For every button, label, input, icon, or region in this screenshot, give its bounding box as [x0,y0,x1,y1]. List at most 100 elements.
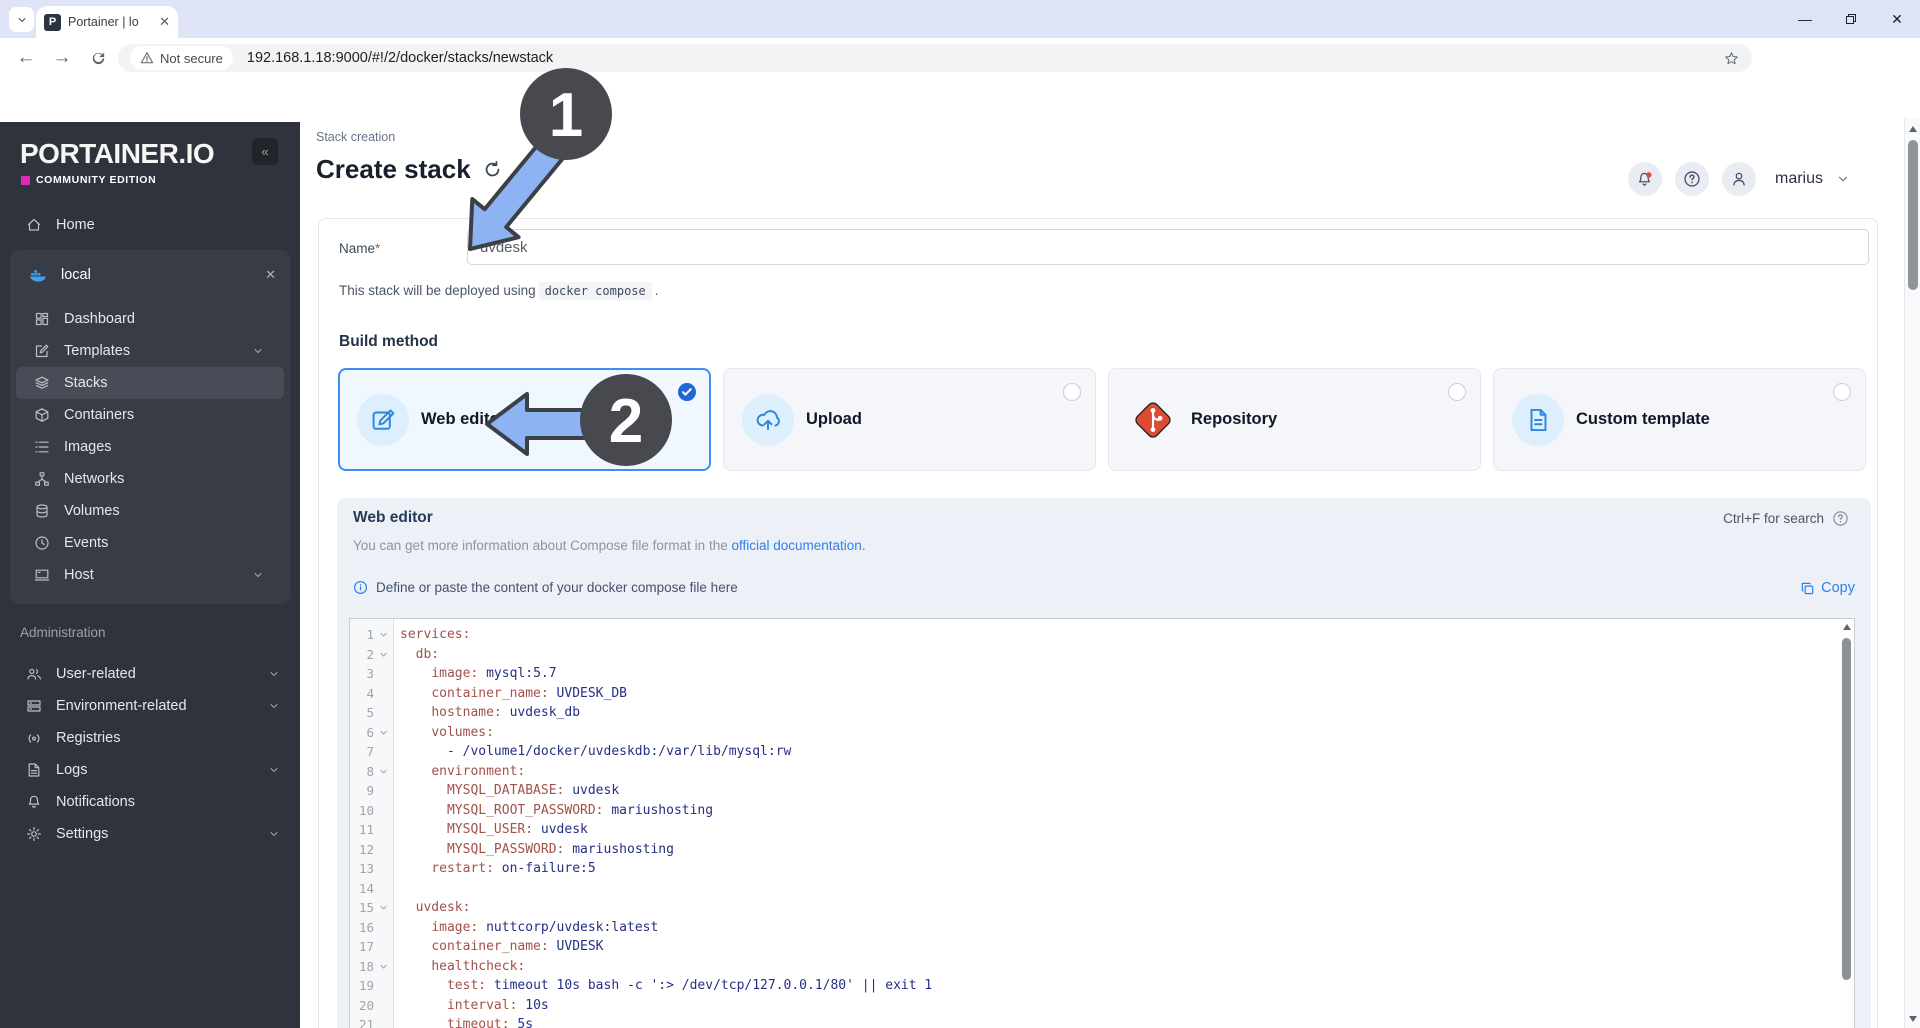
sidebar-item-dashboard[interactable]: Dashboard [16,303,284,335]
code-line: 3 image: mysql:5.7 [350,664,1840,684]
sidebar-item-templates[interactable]: Templates [16,335,284,367]
fold-chevron-icon[interactable] [374,645,392,665]
sidebar-item-logs[interactable]: Logs [0,754,300,786]
sidebar-item-label: Networks [64,471,125,487]
code-line: 18 healthcheck: [350,957,1840,977]
chevron-down-icon [268,668,284,680]
browser-tab[interactable]: P Portainer | lo ✕ [36,6,178,38]
radio-button[interactable] [1833,383,1851,401]
sidebar-item-host[interactable]: Host [16,559,284,591]
page-scrollbar[interactable] [1904,118,1920,1028]
build-method-repository[interactable]: Repository [1108,368,1481,471]
tab-title: Portainer | lo [68,15,139,29]
sidebar-item-registries[interactable]: Registries [0,722,300,754]
dashboard-icon [34,311,50,327]
radio-button[interactable] [1448,383,1466,401]
sidebar-item-home[interactable]: Home [0,207,300,243]
line-number: 20 [358,997,374,1013]
fold-chevron-icon[interactable] [374,898,392,918]
settings-icon [26,826,42,842]
sidebar-item-images[interactable]: Images [16,431,284,463]
fold-chevron-icon[interactable] [374,762,392,782]
compose-code-editor[interactable]: 1 services: 2 db: 3 image: mysql:5.7 4 conta… [349,618,1855,1028]
restore-button[interactable] [1828,0,1874,38]
sidebar-item-settings[interactable]: Settings [0,818,300,850]
code-line: 11 MYSQL_USER: uvdesk [350,820,1840,840]
sidebar-item-label: User-related [56,666,136,682]
build-method-web-editor[interactable]: Web editor [338,368,711,471]
username[interactable]: marius [1775,170,1823,188]
minimize-button[interactable]: — [1782,0,1828,38]
tab-close-icon[interactable]: ✕ [159,14,170,30]
line-number: 16 [358,919,374,935]
editor-scrollbar-thumb[interactable] [1842,638,1851,980]
sidebar-collapse-button[interactable]: « [252,138,278,165]
sidebar-item-volumes[interactable]: Volumes [16,495,284,527]
sidebar-item-label: Images [64,439,112,455]
upload-icon [742,393,794,446]
bookmark-star-icon[interactable] [1723,50,1740,67]
user-menu-button[interactable] [1721,162,1756,196]
scroll-up-arrow-icon[interactable] [1909,126,1917,132]
logs-icon [26,762,42,778]
close-button[interactable]: ✕ [1874,0,1920,38]
web-editor-title: Web editor [353,509,433,526]
sidebar-item-events[interactable]: Events [16,527,284,559]
administration-label: Administration [20,625,106,640]
copy-button[interactable]: Copy [1800,580,1855,596]
not-secure-chip[interactable]: Not secure [130,46,233,70]
portainer-logo: PORTAINER.IO [20,138,215,169]
define-hint: Define or paste the content of your dock… [353,580,738,595]
registries-icon [26,730,42,746]
editor-scrollbar[interactable] [1840,620,1853,1028]
scroll-down-arrow-icon[interactable] [1909,1016,1917,1022]
docker-compose-chip: docker compose [538,282,652,300]
code-line: 14 [350,879,1840,899]
help-button[interactable] [1674,162,1709,196]
page-scrollbar-thumb[interactable] [1908,140,1918,290]
build-method-label: Custom template [1576,410,1710,428]
code-line: 2 db: [350,645,1840,665]
browser-window: P Portainer | lo ✕ — ✕ ← → Not secure 19… [0,0,1920,1028]
environment-icon [26,698,42,714]
sidebar-item-stacks[interactable]: Stacks [16,367,284,399]
sidebar-item-label: Registries [56,730,121,746]
sidebar-item-environment-related[interactable]: Environment-related [0,690,300,722]
code-line: 7 - /volume1/docker/uvdeskdb:/var/lib/my… [350,742,1840,762]
fold-chevron-icon[interactable] [374,957,392,977]
events-icon [34,535,50,551]
code-line: 8 environment: [350,762,1840,782]
environment-close-icon[interactable]: ✕ [265,267,276,283]
official-documentation-link[interactable]: official documentation. [731,538,865,553]
build-method-custom-template[interactable]: Custom template [1493,368,1866,471]
line-number: 14 [358,880,374,896]
sidebar-item-containers[interactable]: Containers [16,399,284,431]
help-circle-icon[interactable] [1832,510,1849,527]
refresh-icon[interactable] [483,160,502,179]
stack-name-input[interactable] [467,229,1869,265]
fold-chevron-icon[interactable] [374,625,392,645]
line-number: 8 [366,763,374,779]
sidebar-item-notifications[interactable]: Notifications [0,786,300,818]
forward-button[interactable]: → [44,40,80,76]
code-line: 1 services: [350,625,1840,645]
portainer-page: PORTAINER.IO COMMUNITY EDITION « Home lo… [0,78,1920,1028]
line-number: 4 [366,685,374,701]
address-bar[interactable]: Not secure 192.168.1.18:9000/#!/2/docker… [118,44,1752,72]
fold-chevron-icon[interactable] [374,723,392,743]
sidebar-item-networks[interactable]: Networks [16,463,284,495]
code-line: 17 container_name: UVDESK [350,937,1840,957]
sidebar-item-user-related[interactable]: User-related [0,658,300,690]
radio-button[interactable] [1063,383,1081,401]
scroll-up-arrow-icon[interactable] [1843,624,1851,630]
reload-button[interactable] [80,40,116,76]
chevron-down-icon[interactable] [1836,172,1850,186]
environment-header[interactable]: local ✕ [10,256,290,294]
build-method-upload[interactable]: Upload [723,368,1096,471]
code-line: 15 uvdesk: [350,898,1840,918]
back-button[interactable]: ← [8,40,44,76]
line-number: 6 [366,724,374,740]
notifications-button[interactable] [1627,162,1662,196]
tab-search-button[interactable] [9,7,34,32]
code-line: 13 restart: on-failure:5 [350,859,1840,879]
